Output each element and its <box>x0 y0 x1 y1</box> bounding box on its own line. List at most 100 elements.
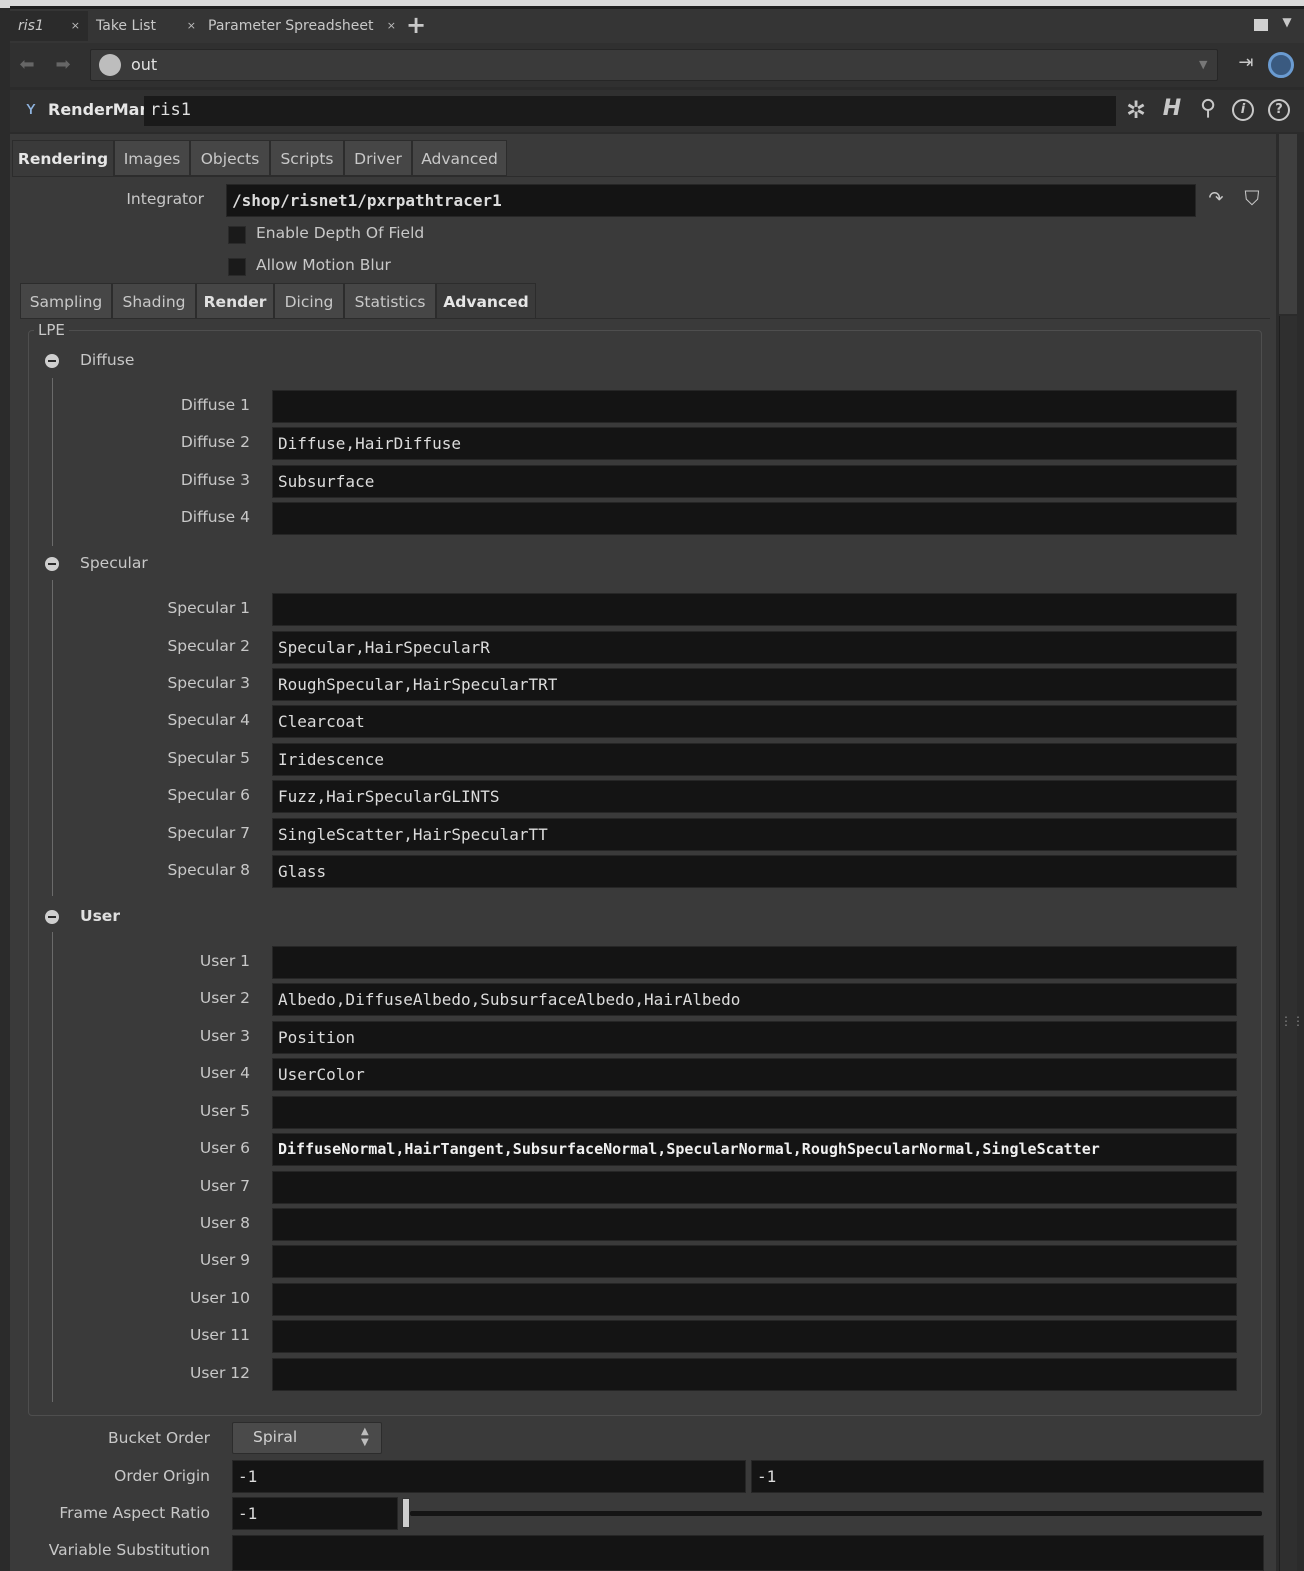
node-name-field[interactable]: ris1 <box>144 96 1116 126</box>
order-origin-label: Order Origin <box>114 1467 210 1485</box>
integrator-field[interactable]: /shop/risnet1/pxrpathtracer1 <box>226 184 1196 217</box>
tab-advanced[interactable]: Advanced <box>412 140 507 176</box>
user-3-field[interactable]: Position <box>272 1021 1237 1054</box>
specular-4-label: Specular 4 <box>167 711 250 729</box>
tab-scripts[interactable]: Scripts <box>270 140 344 176</box>
path-dropdown-icon[interactable]: ▼ <box>1199 58 1207 71</box>
subtab-statistics[interactable]: Statistics <box>344 283 436 319</box>
frame-aspect-label: Frame Aspect Ratio <box>59 1504 210 1522</box>
specular-5-field[interactable]: Iridescence <box>272 743 1237 776</box>
specular-folder-line <box>52 580 53 896</box>
specular-collapse-icon[interactable] <box>45 557 59 571</box>
diffuse-3-field[interactable]: Subsurface <box>272 465 1237 498</box>
order-origin-y-field[interactable]: -1 <box>751 1460 1264 1493</box>
gear-icon[interactable]: ✲ <box>1122 96 1150 124</box>
pane-tab-bar: ris1 × Take List × Parameter Spreadsheet… <box>10 9 1304 43</box>
specular-6-field[interactable]: Fuzz,HairSpecularGLINTS <box>272 780 1237 813</box>
user-4-label: User 4 <box>199 1064 250 1082</box>
pane-tab-ris1[interactable]: ris1 × <box>10 11 88 41</box>
subtab-render[interactable]: Render <box>196 283 274 319</box>
diffuse-2-field[interactable]: Diffuse,HairDiffuse <box>272 427 1237 460</box>
pane-dropdown-icon[interactable]: ▼ <box>1280 15 1294 35</box>
user-2-field[interactable]: Albedo,DiffuseAlbedo,SubsurfaceAlbedo,Ha… <box>272 983 1237 1016</box>
user-3-label: User 3 <box>199 1027 250 1045</box>
frame-aspect-field[interactable]: -1 <box>232 1497 398 1530</box>
add-tab-icon[interactable]: + <box>404 9 428 43</box>
subtab-shading[interactable]: Shading <box>112 283 196 319</box>
user-1-label: User 1 <box>199 952 250 970</box>
diffuse-collapse-icon[interactable] <box>45 354 59 368</box>
pane-menu-icon[interactable] <box>1254 19 1268 31</box>
motion-blur-label: Allow Motion Blur <box>256 256 391 274</box>
diffuse-4-label: Diffuse 4 <box>180 508 250 526</box>
user-9-field[interactable] <box>272 1245 1237 1278</box>
back-arrow-icon[interactable]: ⬅ <box>16 54 38 75</box>
specular-7-label: Specular 7 <box>167 824 250 842</box>
subtab-dicing[interactable]: Dicing <box>274 283 344 319</box>
info-icon[interactable]: i <box>1232 99 1254 121</box>
user-10-field[interactable] <box>272 1283 1237 1316</box>
user-6-label: User 6 <box>199 1139 250 1157</box>
depth-of-field-checkbox[interactable] <box>228 226 246 244</box>
specular-2-field[interactable]: Specular,HairSpecularR <box>272 631 1237 664</box>
help-icon[interactable]: ? <box>1268 99 1290 121</box>
specular-4-field[interactable]: Clearcoat <box>272 705 1237 738</box>
user-6-field[interactable]: DiffuseNormal,HairTangent,SubsurfaceNorm… <box>272 1133 1237 1166</box>
specular-1-field[interactable] <box>272 593 1237 626</box>
close-icon[interactable]: × <box>187 11 196 41</box>
pin-icon[interactable]: ⇥ <box>1234 52 1258 76</box>
user-11-field[interactable] <box>272 1320 1237 1353</box>
network-path-field[interactable]: out ▼ <box>90 49 1218 81</box>
order-origin-x-field[interactable]: -1 <box>232 1460 746 1493</box>
user-5-label: User 5 <box>199 1102 250 1120</box>
forward-arrow-icon[interactable]: ➡ <box>52 54 74 75</box>
jump-to-node-icon[interactable]: ↷ <box>1204 188 1228 212</box>
integrator-label: Integrator <box>126 190 204 208</box>
subtab-advanced[interactable]: Advanced <box>436 283 536 319</box>
user-9-label: User 9 <box>199 1251 250 1269</box>
pane-tab-label: ris1 <box>18 18 44 34</box>
user-2-label: User 2 <box>199 989 250 1007</box>
variable-substitution-field[interactable] <box>232 1535 1264 1571</box>
frame-aspect-slider-track[interactable] <box>410 1511 1262 1516</box>
link-icon[interactable] <box>1268 52 1294 78</box>
tab-driver[interactable]: Driver <box>344 140 412 176</box>
user-collapse-icon[interactable] <box>45 910 59 924</box>
diffuse-3-label: Diffuse 3 <box>180 471 250 489</box>
bucket-order-select[interactable]: Spiral ▲ ▼ <box>232 1422 382 1454</box>
tab-images[interactable]: Images <box>114 140 190 176</box>
close-icon[interactable]: × <box>71 11 80 41</box>
diffuse-1-field[interactable] <box>272 390 1237 423</box>
path-value: out <box>131 55 158 74</box>
scrollbar-inner[interactable] <box>1279 316 1297 1571</box>
tab-objects[interactable]: Objects <box>190 140 270 176</box>
select-arrows-icon: ▲ ▼ <box>361 1426 369 1448</box>
specular-3-label: Specular 3 <box>167 674 250 692</box>
scroll-grip-icon[interactable]: ⋮⋮ <box>1280 1014 1304 1032</box>
specular-3-field[interactable]: RoughSpecular,HairSpecularTRT <box>272 668 1237 701</box>
renderman-node-icon[interactable]: ʏ <box>20 98 42 124</box>
user-5-field[interactable] <box>272 1096 1237 1129</box>
search-icon[interactable]: ⚲ <box>1194 96 1222 124</box>
specular-8-field[interactable]: Glass <box>272 855 1237 888</box>
specular-7-field[interactable]: SingleScatter,HairSpecularTT <box>272 818 1237 851</box>
motion-blur-checkbox[interactable] <box>228 258 246 276</box>
variable-substitution-label: Variable Substitution <box>48 1541 210 1559</box>
scrollbar-thumb-outer[interactable] <box>1279 134 1297 314</box>
node-chooser-icon[interactable]: ⛉ <box>1238 186 1266 214</box>
bucket-order-label: Bucket Order <box>108 1429 210 1447</box>
frame-aspect-slider-handle[interactable] <box>402 1498 410 1528</box>
diffuse-4-field[interactable] <box>272 502 1237 535</box>
houdini-help-icon[interactable]: H <box>1158 96 1186 124</box>
user-7-field[interactable] <box>272 1171 1237 1204</box>
tab-rendering[interactable]: Rendering <box>12 140 114 176</box>
user-12-label: User 12 <box>190 1364 250 1382</box>
user-12-field[interactable] <box>272 1358 1237 1391</box>
user-1-field[interactable] <box>272 946 1237 979</box>
close-icon[interactable]: × <box>387 11 396 41</box>
subtab-sampling[interactable]: Sampling <box>20 283 112 319</box>
user-4-field[interactable]: UserColor <box>272 1058 1237 1091</box>
pane-tab-parameter-spreadsheet[interactable]: Parameter Spreadsheet × <box>200 11 404 41</box>
user-8-field[interactable] <box>272 1208 1237 1241</box>
pane-tab-take-list[interactable]: Take List × <box>88 11 204 41</box>
